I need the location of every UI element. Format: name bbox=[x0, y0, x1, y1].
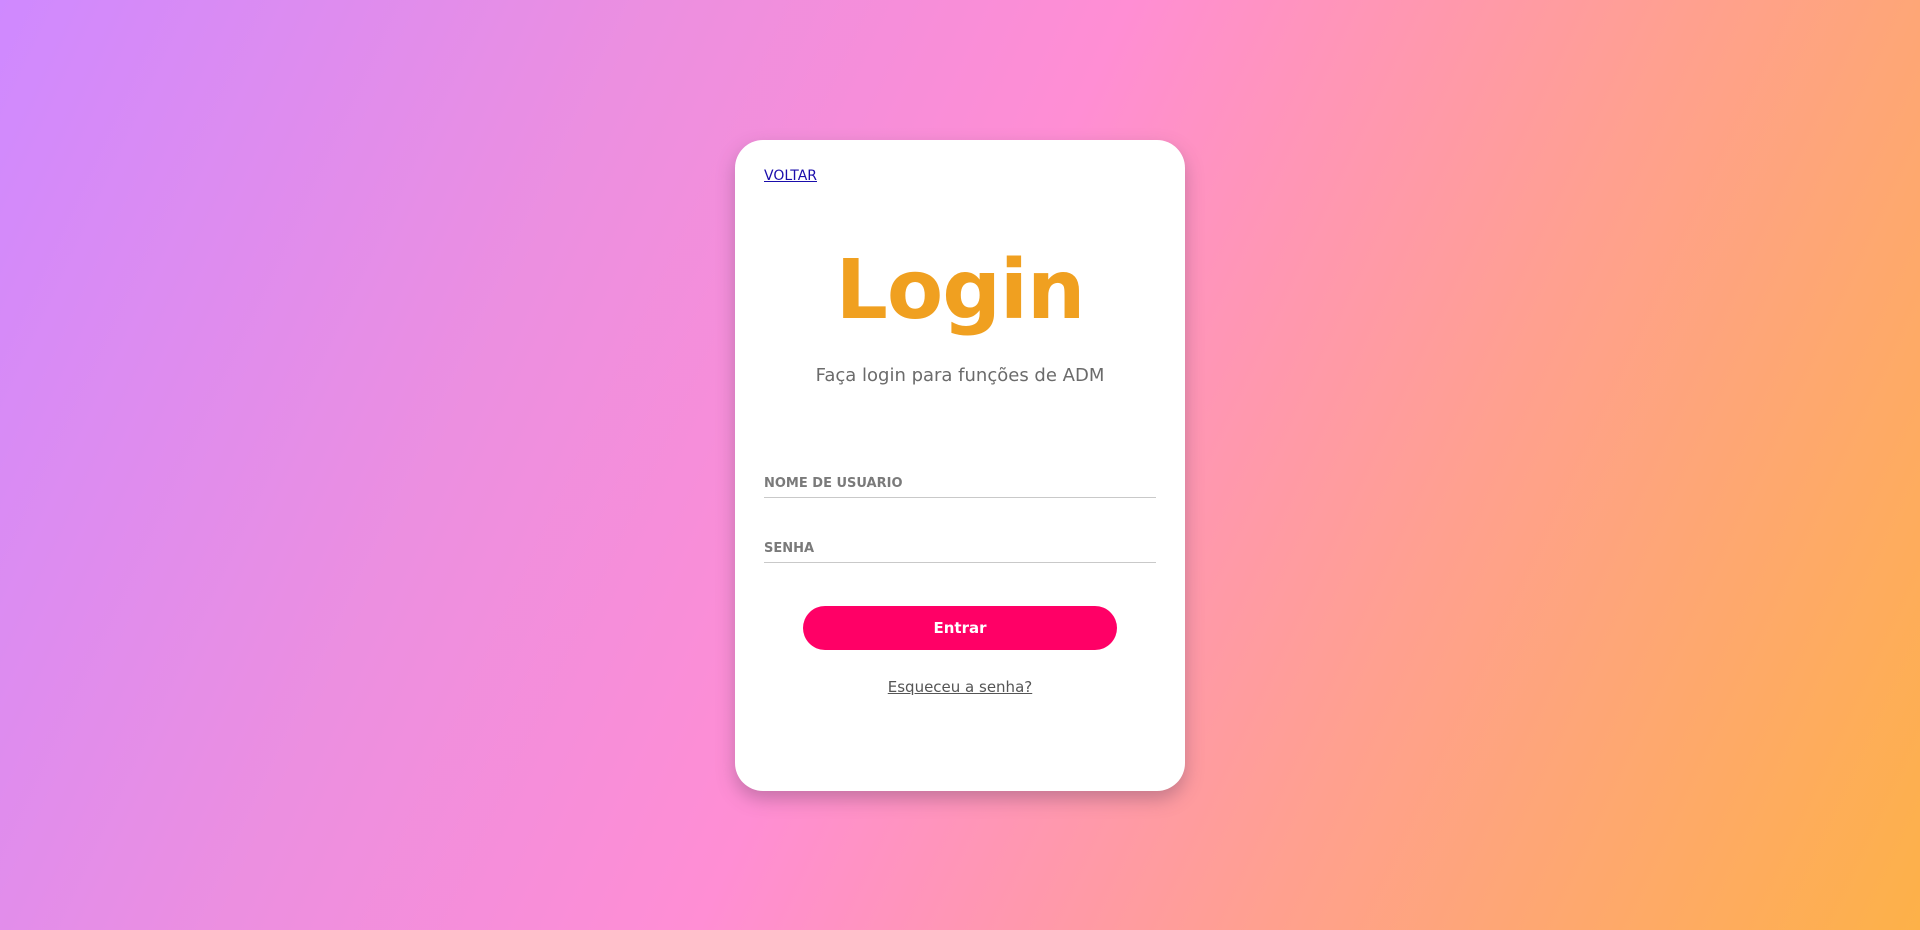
page-title: Login bbox=[835, 243, 1086, 338]
page-subtitle: Faça login para funções de ADM bbox=[815, 365, 1105, 386]
back-link[interactable]: VOLTAR bbox=[764, 168, 817, 184]
forgot-password-link[interactable]: Esqueceu a senha? bbox=[735, 678, 1185, 696]
login-card: VOLTAR Login Faça login para funções de … bbox=[735, 140, 1185, 791]
password-input[interactable] bbox=[764, 541, 1156, 563]
login-button[interactable]: Entrar bbox=[803, 606, 1117, 650]
username-input[interactable] bbox=[764, 476, 1156, 498]
